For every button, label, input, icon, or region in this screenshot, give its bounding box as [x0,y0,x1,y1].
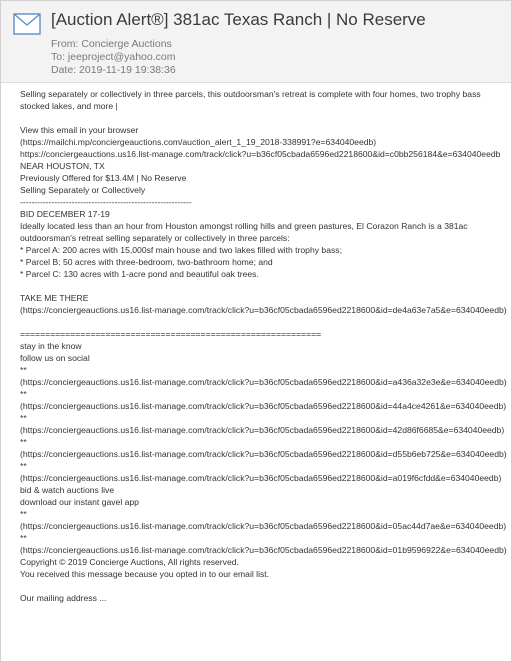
stars-text: ** [20,509,27,519]
selling-text: Selling Separately or Collectively [20,185,146,195]
divider: ----------------------------------------… [20,197,192,207]
social-link-url[interactable]: (https://conciergeauctions.us16.list-man… [20,424,511,436]
bid-dates-text: BID DECEMBER 17-19 [20,209,110,219]
email-subject: [Auction Alert®] 381ac Texas Ranch | No … [51,10,426,29]
stars-text: ** [20,533,27,543]
tracking-url[interactable]: https://conciergeauctions.us16.list-mana… [20,148,511,160]
email-date: Date: 2019-11-19 19:38:36 [51,64,176,76]
social-link-url[interactable]: (https://conciergeauctions.us16.list-man… [20,400,511,412]
stars-text: ** [20,413,27,423]
follow-social-text: follow us on social [20,353,90,363]
envelope-icon [13,13,41,35]
bid-watch-text: bid & watch auctions live [20,485,115,495]
stars-text: ** [20,437,27,447]
email-to: To: jeeproject@yahoo.com [51,51,176,63]
location-text: NEAR HOUSTON, TX [20,161,105,171]
stars-text: ** [20,389,27,399]
stars-text: ** [20,365,27,375]
view-in-browser-url[interactable]: (https://mailchi.mp/conciergeauctions.co… [20,136,511,148]
app-link-url[interactable]: (https://conciergeauctions.us16.list-man… [20,520,511,532]
received-text: You received this message because you op… [20,569,270,579]
social-link-url[interactable]: (https://conciergeauctions.us16.list-man… [20,448,511,460]
email-from: From: Concierge Auctions [51,38,172,50]
email-viewer: [Auction Alert®] 381ac Texas Ranch | No … [0,0,512,662]
take-me-there-link[interactable]: TAKE ME THERE [20,292,511,304]
parcel-b-text: * Parcel B: 50 acres with three-bedroom,… [20,257,273,267]
parcel-a-text: * Parcel A: 200 acres with 15,000sf main… [20,245,342,255]
app-link-url[interactable]: (https://conciergeauctions.us16.list-man… [20,544,511,556]
social-link-url[interactable]: (https://conciergeauctions.us16.list-man… [20,376,511,388]
divider: ========================================… [20,329,322,339]
description-text: Ideally located less than an hour from H… [20,221,468,243]
mailing-address-text: Our mailing address ... [20,593,107,603]
social-link-url[interactable]: (https://conciergeauctions.us16.list-man… [20,472,511,484]
download-app-text: download our instant gavel app [20,497,139,507]
take-me-there-url[interactable]: (https://conciergeauctions.us16.list-man… [20,304,511,316]
parcel-c-text: * Parcel C: 130 acres with 1-acre pond a… [20,269,259,279]
view-in-browser-link[interactable]: View this email in your browser [20,124,511,136]
copyright-text: Copyright © 2019 Concierge Auctions, All… [20,557,239,567]
stay-in-know-text: stay in the know [20,341,82,351]
email-header: [Auction Alert®] 381ac Texas Ranch | No … [1,1,511,83]
email-body: Selling separately or collectively in th… [20,88,511,604]
intro-text: Selling separately or collectively in th… [20,89,481,111]
previously-offered-text: Previously Offered for $13.4M | No Reser… [20,173,187,183]
stars-text: ** [20,461,27,471]
